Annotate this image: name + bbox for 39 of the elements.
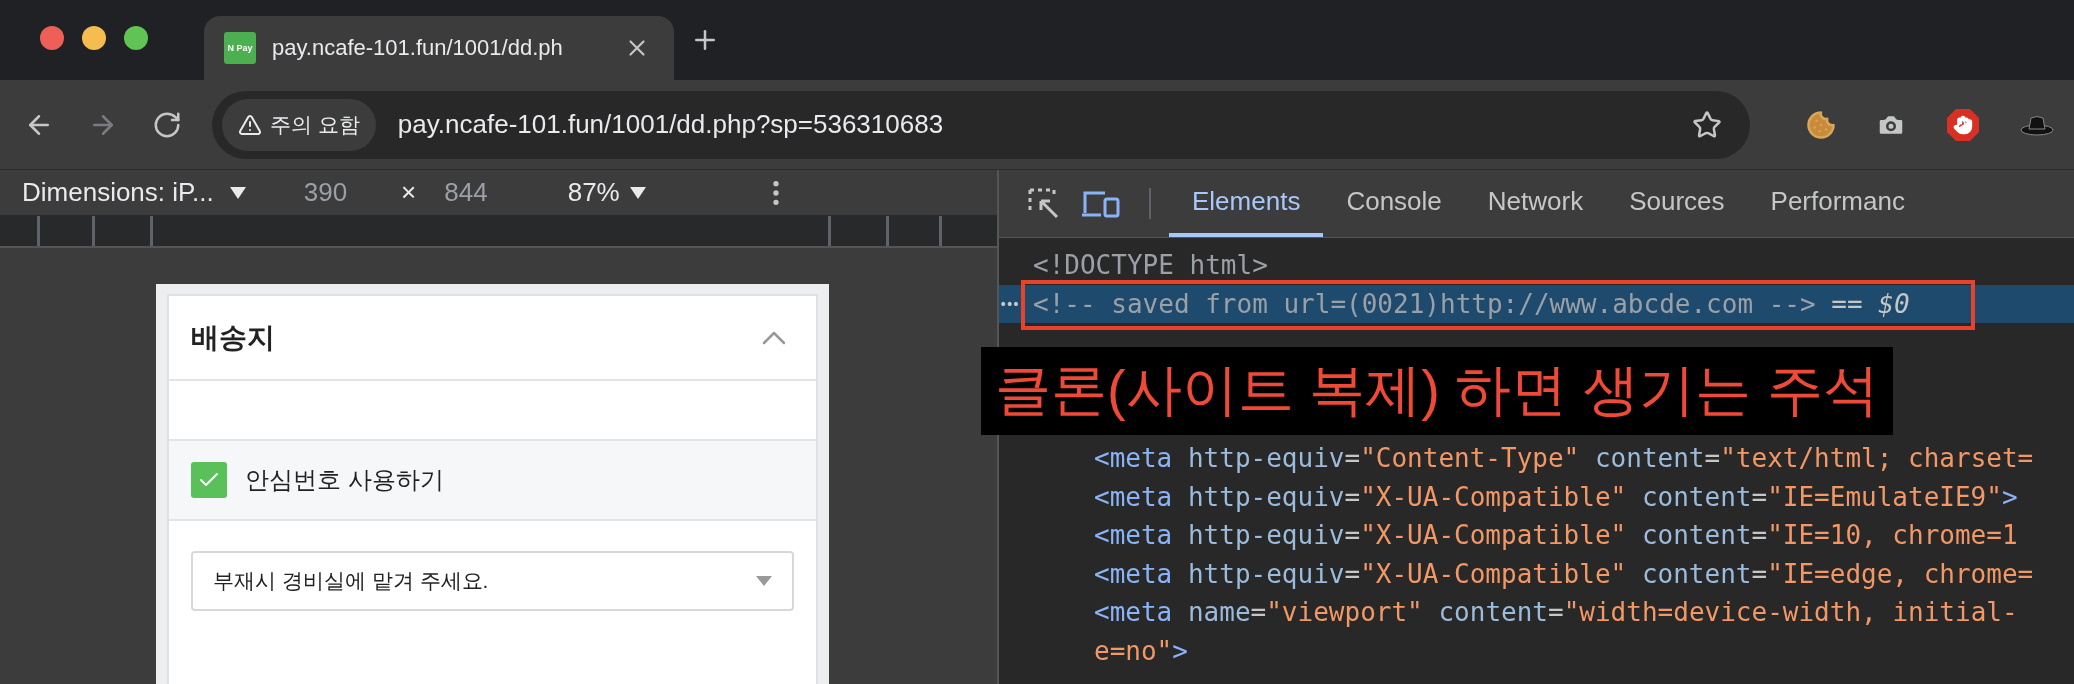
code-line[interactable]: <!DOCTYPE html> xyxy=(1033,250,1268,281)
checkbox[interactable] xyxy=(191,462,227,498)
devtools-tab[interactable]: Performanc xyxy=(1747,170,1928,237)
url-text: pay.ncafe-101.fun/1001/dd.php?sp=536310683 xyxy=(397,109,945,140)
times-sign: × xyxy=(401,177,417,209)
close-window-button[interactable] xyxy=(40,26,64,50)
width-field[interactable]: 390 xyxy=(303,177,348,209)
inspect-icon[interactable] xyxy=(1027,186,1061,221)
browser-tab[interactable]: N Pay pay.ncafe-101.fun/1001/dd.ph xyxy=(204,16,674,80)
zoom-dropdown[interactable]: 87% xyxy=(567,177,620,209)
favicon: N Pay xyxy=(224,32,256,64)
dimensions-dropdown[interactable]: Dimensions: iP... xyxy=(22,177,214,209)
warning-icon xyxy=(238,112,262,137)
devtools-tab[interactable]: Elements xyxy=(1169,170,1324,237)
devtools-tab[interactable]: Network xyxy=(1464,170,1607,237)
devtools-tab[interactable]: Console xyxy=(1323,170,1465,237)
code-line[interactable]: e=no"> xyxy=(1094,635,1188,666)
checkbox-label: 안심번호 사용하기 xyxy=(245,465,444,495)
address-bar[interactable]: 주의 요함 pay.ncafe-101.fun/1001/dd.php?sp=536310683 xyxy=(212,90,1750,159)
code-line[interactable]: <meta http-equiv="X-UA-Compatible" content="IE=EmulateIE9"> xyxy=(1094,481,2018,512)
section-title: 배송지 xyxy=(191,320,275,355)
tab-title: pay.ncafe-101.fun/1001/dd.ph xyxy=(272,35,564,61)
code-line[interactable]: <!-- saved from url=(0021)http://www.abcde.com --> == $0 xyxy=(1033,288,1910,319)
code-line[interactable]: <meta http-equiv="X-UA-Compatible" content="IE=edge, chrome= xyxy=(1094,558,2034,589)
maximize-window-button[interactable] xyxy=(124,26,148,50)
caret-icon[interactable] xyxy=(629,186,646,199)
annotation-caption: 클론(사이트 복제) 하면 생기는 주석 xyxy=(981,347,1893,435)
code-line[interactable]: <meta name="viewport" content="width=device-width, initial- xyxy=(1094,597,2018,628)
minimize-window-button[interactable] xyxy=(82,26,106,50)
cookie-icon[interactable] xyxy=(1806,109,1836,140)
code-line[interactable]: <meta http-equiv="Content-Type" content="text/html; charset= xyxy=(1094,443,2034,474)
stop-hand-icon[interactable] xyxy=(1946,107,1980,142)
security-chip[interactable]: 주의 요함 xyxy=(222,98,376,151)
code-line[interactable]: <meta http-equiv="X-UA-Compatible" content="IE=10, chrome=1 xyxy=(1094,520,2018,551)
caret-icon[interactable] xyxy=(229,186,246,199)
delivery-note-select[interactable]: 부재시 경비실에 맡겨 주세요. xyxy=(191,551,794,611)
gutter-dots[interactable]: ••• xyxy=(999,295,1019,312)
height-field[interactable]: 844 xyxy=(444,177,488,209)
devtools-tab[interactable]: Sources xyxy=(1606,170,1748,237)
